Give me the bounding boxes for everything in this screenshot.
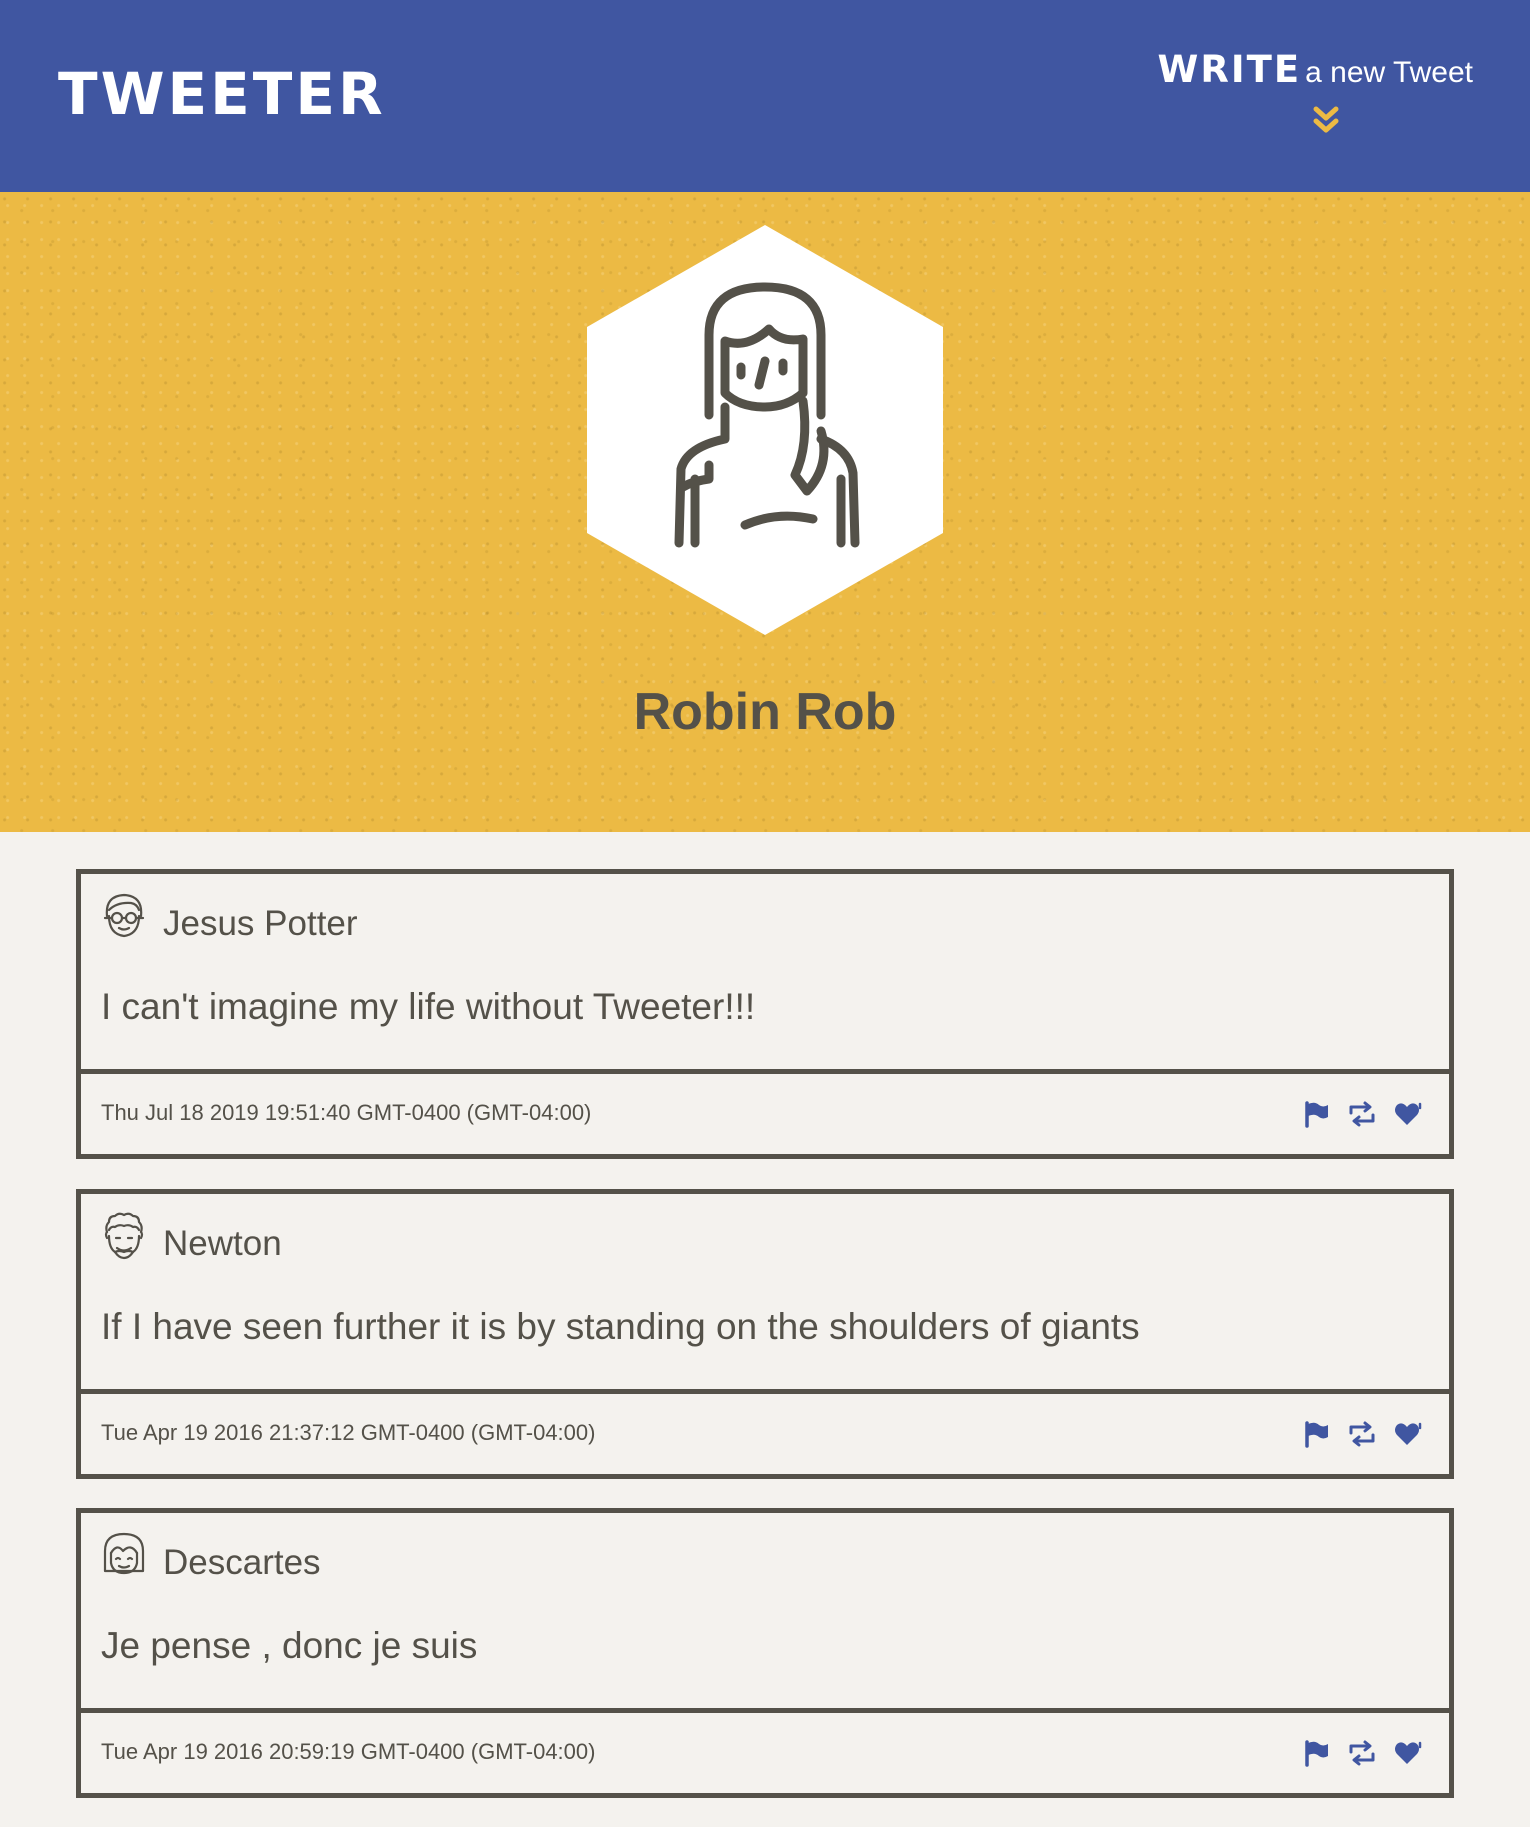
tweet-footer: Tue Apr 19 2016 21:37:12 GMT-0400 (GMT-0… — [81, 1394, 1449, 1474]
retweet-icon[interactable] — [1347, 1419, 1377, 1449]
compose-label-strong: WRITE — [1157, 48, 1302, 91]
tweet-timestamp: Thu Jul 18 2019 19:51:40 GMT-0400 (GMT-0… — [101, 1100, 592, 1125]
tweet-footer: Thu Jul 18 2019 19:51:40 GMT-0400 (GMT-0… — [81, 1074, 1449, 1154]
tweet-body: Descartes Je pense , donc je suis — [81, 1513, 1449, 1713]
tweet-actions — [1301, 1419, 1423, 1449]
tweet-text: I can't imagine my life without Tweeter!… — [101, 986, 756, 1027]
tweet-actions — [1301, 1738, 1423, 1768]
bob-hair-avatar-icon — [103, 1532, 145, 1575]
tweet-actions — [1301, 1099, 1423, 1129]
man-glasses-avatar-icon — [103, 893, 145, 938]
navbar: TWEETER WRITE a new Tweet — [0, 0, 1530, 192]
heart-icon[interactable] — [1393, 1419, 1423, 1449]
flag-icon[interactable] — [1301, 1099, 1331, 1129]
double-chevron-down-icon[interactable] — [1309, 103, 1343, 137]
flag-icon[interactable] — [1301, 1419, 1331, 1449]
tweet-body: Jesus Potter I can't imagine my life wit… — [81, 874, 1449, 1074]
heart-icon[interactable] — [1393, 1738, 1423, 1768]
tweet-card: Newton If I have seen further it is by s… — [76, 1189, 1454, 1479]
compose-label-rest: a new Tweet — [1305, 56, 1473, 89]
retweet-icon[interactable] — [1347, 1738, 1377, 1768]
tweet-author[interactable]: Jesus Potter — [163, 904, 358, 944]
tweet-timestamp: Tue Apr 19 2016 21:37:12 GMT-0400 (GMT-0… — [101, 1420, 596, 1445]
brand-logo[interactable]: TWEETER — [58, 60, 386, 128]
tweet-card: Descartes Je pense , donc je suis Tue Ap… — [76, 1508, 1454, 1798]
tweet-author[interactable]: Newton — [163, 1224, 282, 1264]
profile-name: Robin Rob — [633, 683, 897, 741]
tweet-timestamp: Tue Apr 19 2016 20:59:19 GMT-0400 (GMT-0… — [101, 1739, 596, 1764]
retweet-icon[interactable] — [1347, 1099, 1377, 1129]
tweet-footer: Tue Apr 19 2016 20:59:19 GMT-0400 (GMT-0… — [81, 1713, 1449, 1793]
tweet-body: Newton If I have seen further it is by s… — [81, 1194, 1449, 1394]
tweet-card: Jesus Potter I can't imagine my life wit… — [76, 869, 1454, 1159]
heart-icon[interactable] — [1393, 1099, 1423, 1129]
compose-tweet-toggle[interactable]: WRITE a new Tweet — [1153, 48, 1473, 91]
tweet-text: Je pense , donc je suis — [101, 1625, 478, 1666]
profile-header: Robin Rob — [0, 192, 1530, 832]
profile-avatar — [587, 225, 943, 635]
tweet-author[interactable]: Descartes — [163, 1543, 321, 1583]
curly-hair-man-avatar-icon — [104, 1212, 144, 1260]
tweet-text: If I have seen further it is by standing… — [101, 1306, 1140, 1347]
flag-icon[interactable] — [1301, 1738, 1331, 1768]
